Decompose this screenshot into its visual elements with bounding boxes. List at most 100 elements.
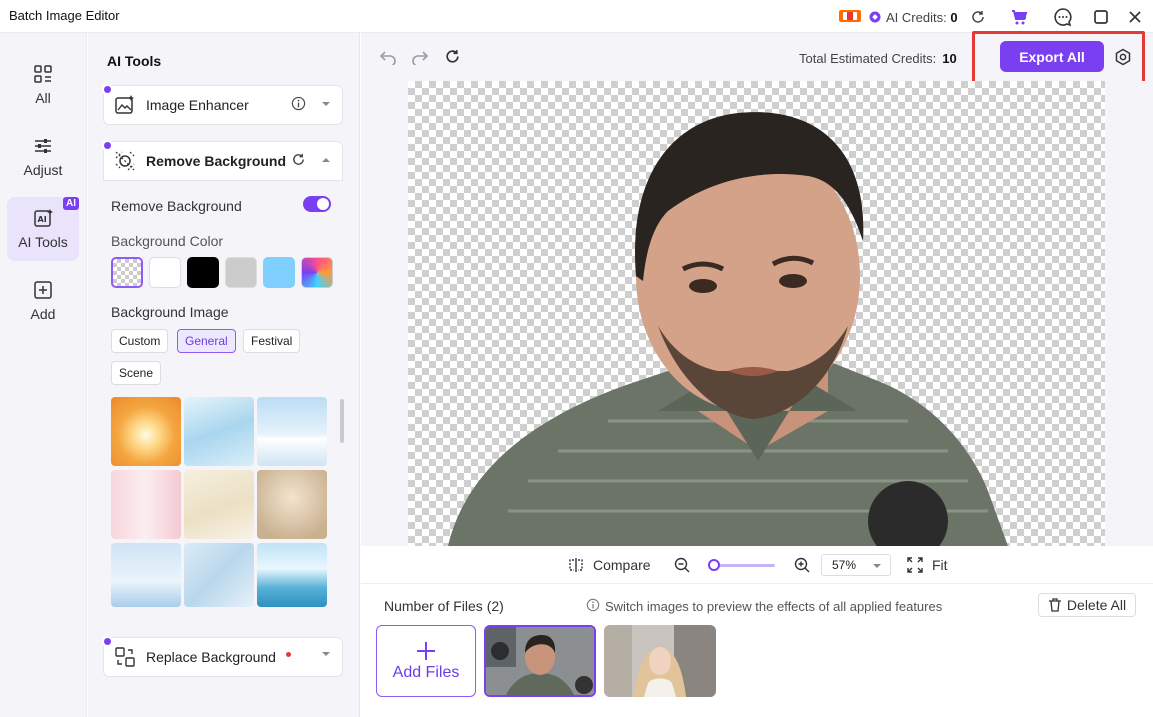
- canvas-area: [361, 81, 1153, 546]
- zoom-slider-track[interactable]: [711, 564, 775, 567]
- swatch-black[interactable]: [187, 257, 219, 288]
- file-thumbnail-1[interactable]: [484, 625, 596, 697]
- chevron-down-icon: [873, 564, 881, 568]
- swatch-custom-color[interactable]: [301, 257, 333, 288]
- chevron-up-icon[interactable]: [320, 154, 332, 166]
- ai-icon: AI: [34, 209, 53, 227]
- files-count-label: Number of Files (2): [384, 598, 504, 614]
- panel-scrollbar[interactable]: [340, 399, 344, 443]
- bg-thumb[interactable]: [111, 397, 181, 466]
- refresh-icon[interactable]: [967, 6, 989, 28]
- bg-thumb[interactable]: [184, 543, 254, 607]
- left-rail: All Adjust AI AI AI Tools Add: [0, 33, 87, 717]
- zoom-bar: Compare 57% Fit: [361, 546, 1153, 584]
- reset-icon[interactable]: [291, 152, 306, 167]
- file-image-man: [486, 627, 594, 695]
- ai-credits: AI Credits: 0: [886, 10, 958, 25]
- delete-all-label: Delete All: [1066, 597, 1127, 613]
- ai-tools-panel: AI Tools Image Enhancer Remove Backgroun…: [88, 33, 360, 717]
- total-credits-label: Total Estimated Credits:: [799, 51, 937, 66]
- premium-dot-icon: [102, 636, 113, 647]
- credits-badge-icon: [839, 10, 861, 22]
- compare-button[interactable]: Compare: [593, 557, 651, 573]
- files-hint: Switch images to preview the effects of …: [605, 599, 943, 614]
- zoom-value: 57%: [832, 558, 857, 572]
- cart-icon[interactable]: [1008, 6, 1030, 28]
- category-scene[interactable]: Scene: [111, 361, 162, 385]
- bg-thumb[interactable]: [257, 397, 327, 466]
- trash-icon: [1048, 598, 1061, 612]
- chevron-down-icon[interactable]: [320, 98, 332, 110]
- credits-dot-icon: [869, 11, 881, 23]
- category-general[interactable]: General: [177, 329, 236, 353]
- ai-credits-value: 0: [950, 10, 958, 25]
- image-enhancer-icon: [115, 95, 134, 114]
- background-image-label: Background Image: [111, 304, 229, 320]
- svg-text:AI: AI: [38, 215, 47, 224]
- plus-icon: [417, 642, 435, 660]
- zoom-out-icon[interactable]: [674, 557, 690, 573]
- replace-background-label: Replace Background: [146, 649, 276, 665]
- remove-background-toggle[interactable]: [303, 196, 331, 212]
- category-custom[interactable]: Custom: [111, 329, 169, 353]
- zoom-in-icon[interactable]: [794, 557, 810, 573]
- plus-square-icon: [34, 281, 52, 299]
- fit-button[interactable]: Fit: [932, 557, 948, 573]
- rail-label: Add: [30, 306, 56, 322]
- remove-background-label: Remove Background: [146, 153, 287, 169]
- image-enhancer-label: Image Enhancer: [146, 97, 249, 113]
- rail-item-all[interactable]: All: [7, 53, 79, 117]
- bg-thumb[interactable]: [111, 543, 181, 607]
- image-enhancer-card[interactable]: Image Enhancer: [102, 84, 343, 125]
- bg-thumb[interactable]: [184, 470, 254, 539]
- chevron-down-icon[interactable]: [320, 648, 332, 660]
- add-files-label: Add Files: [392, 664, 460, 681]
- remove-background-card[interactable]: Remove Background: [102, 140, 343, 181]
- info-icon[interactable]: [291, 96, 306, 111]
- files-strip: Number of Files (2) Switch images to pre…: [361, 585, 1153, 717]
- redo-icon[interactable]: [411, 49, 429, 65]
- rail-item-ai-tools[interactable]: AI AI AI Tools: [7, 197, 79, 261]
- category-festival[interactable]: Festival: [243, 329, 301, 353]
- zoom-slider-knob[interactable]: [708, 559, 721, 571]
- fit-icon[interactable]: [907, 557, 923, 573]
- title-bar: Batch Image Editor AI Credits: 0: [0, 0, 1153, 33]
- reset-all-icon[interactable]: [444, 48, 461, 65]
- image-preview[interactable]: [408, 81, 1105, 546]
- rail-label: AI Tools: [18, 234, 68, 250]
- zoom-select[interactable]: 57%: [821, 554, 891, 576]
- bg-thumb[interactable]: [257, 543, 327, 607]
- file-image-woman: [604, 625, 716, 697]
- background-color-label: Background Color: [111, 233, 224, 249]
- swatch-blue[interactable]: [263, 257, 295, 288]
- panel-title: AI Tools: [107, 53, 162, 69]
- bg-thumb[interactable]: [184, 397, 254, 466]
- bg-thumb[interactable]: [257, 470, 327, 539]
- add-files-button[interactable]: Add Files: [376, 625, 476, 697]
- bg-thumb[interactable]: [111, 470, 181, 539]
- swatch-white[interactable]: [149, 257, 181, 288]
- swatch-gray[interactable]: [225, 257, 257, 288]
- ai-credits-label: AI Credits:: [886, 10, 947, 25]
- sliders-icon: [35, 139, 51, 153]
- rail-item-add[interactable]: Add: [7, 269, 79, 333]
- replace-background-icon: [115, 647, 135, 667]
- close-icon[interactable]: [1124, 6, 1146, 28]
- remove-background-toggle-label: Remove Background: [111, 198, 242, 214]
- rail-label: All: [35, 90, 51, 106]
- premium-dot-icon: [102, 84, 113, 95]
- remove-background-options: Remove Background Background Color Backg…: [103, 181, 344, 618]
- new-dot-icon: [285, 651, 291, 657]
- maximize-icon[interactable]: [1090, 6, 1112, 28]
- rail-item-adjust[interactable]: Adjust: [7, 125, 79, 189]
- info-icon: [586, 598, 600, 612]
- ai-badge: AI: [63, 197, 79, 210]
- grid-icon: [34, 65, 52, 83]
- undo-icon[interactable]: [379, 49, 397, 65]
- replace-background-card[interactable]: Replace Background: [102, 636, 343, 677]
- compare-icon[interactable]: [568, 557, 584, 573]
- swatch-transparent[interactable]: [111, 257, 143, 288]
- file-thumbnail-2[interactable]: [604, 625, 716, 697]
- delete-all-button[interactable]: Delete All: [1038, 593, 1136, 617]
- chat-icon[interactable]: [1052, 6, 1074, 28]
